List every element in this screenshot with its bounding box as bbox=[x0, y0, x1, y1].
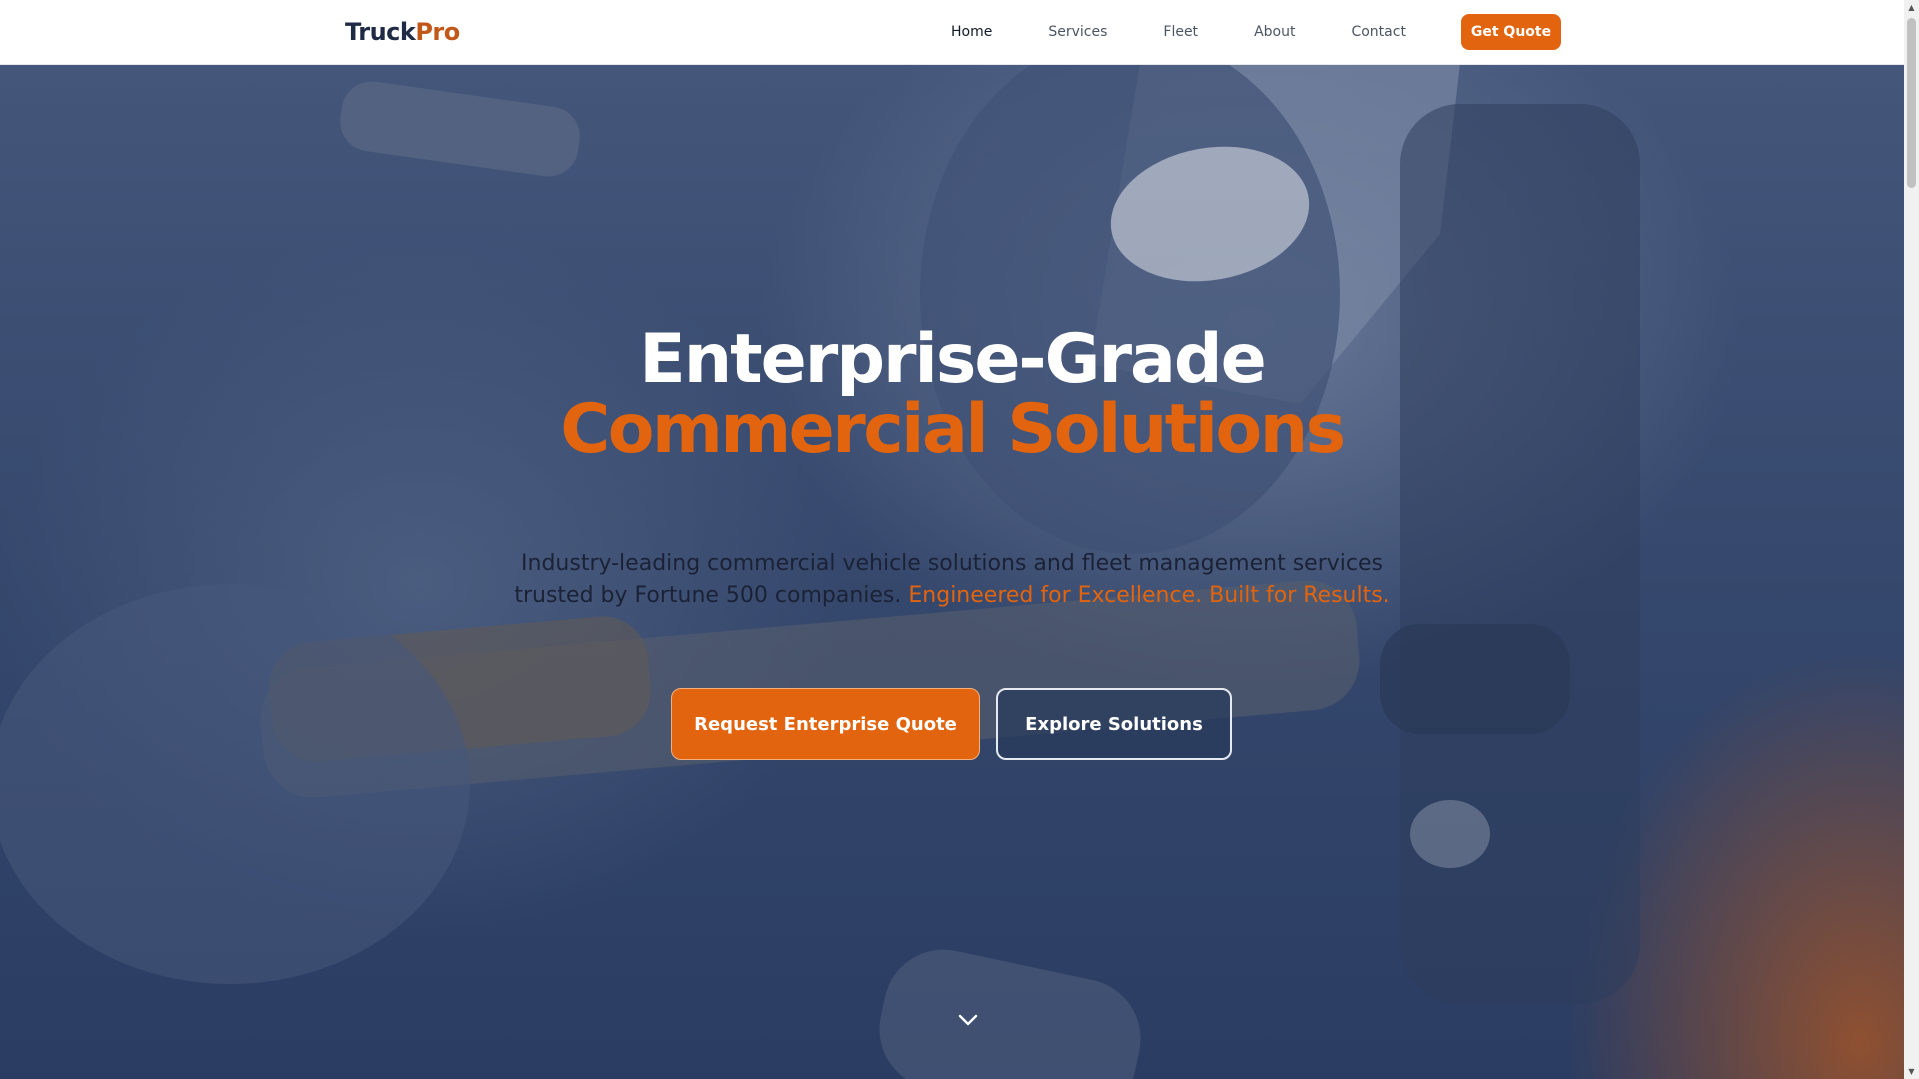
nav-link-about[interactable]: About bbox=[1254, 24, 1295, 40]
request-enterprise-quote-button[interactable]: Request Enterprise Quote bbox=[671, 688, 980, 760]
nav-link-services[interactable]: Services bbox=[1048, 24, 1107, 40]
scrollbar-thumb[interactable] bbox=[1907, 18, 1916, 188]
nav-links: Home Services Fleet About Contact bbox=[951, 13, 1462, 51]
logo-text-pro: Pro bbox=[415, 18, 460, 46]
page-scrollbar[interactable]: ▲ ▼ bbox=[1904, 0, 1919, 1079]
explore-solutions-button[interactable]: Explore Solutions bbox=[996, 688, 1232, 760]
scroll-up-arrow-icon[interactable]: ▲ bbox=[1904, 0, 1919, 15]
hero-subtitle-highlight: Engineered for Excellence. Built for Res… bbox=[908, 583, 1390, 608]
site-logo[interactable]: TruckPro bbox=[345, 16, 460, 48]
hero-title-line2: Commercial Solutions bbox=[560, 390, 1346, 469]
nav-link-fleet[interactable]: Fleet bbox=[1163, 24, 1198, 40]
nav-link-contact[interactable]: Contact bbox=[1351, 24, 1405, 40]
chevron-down-icon[interactable] bbox=[957, 1012, 979, 1028]
top-navigation: TruckPro Home Services Fleet About Conta… bbox=[0, 0, 1904, 65]
nav-link-home[interactable]: Home bbox=[951, 24, 992, 40]
hero-subtitle: Industry-leading commercial vehicle solu… bbox=[500, 548, 1404, 612]
get-quote-button[interactable]: Get Quote bbox=[1461, 14, 1561, 50]
logo-text-truck: Truck bbox=[345, 18, 416, 46]
scroll-down-arrow-icon[interactable]: ▼ bbox=[1904, 1064, 1919, 1079]
